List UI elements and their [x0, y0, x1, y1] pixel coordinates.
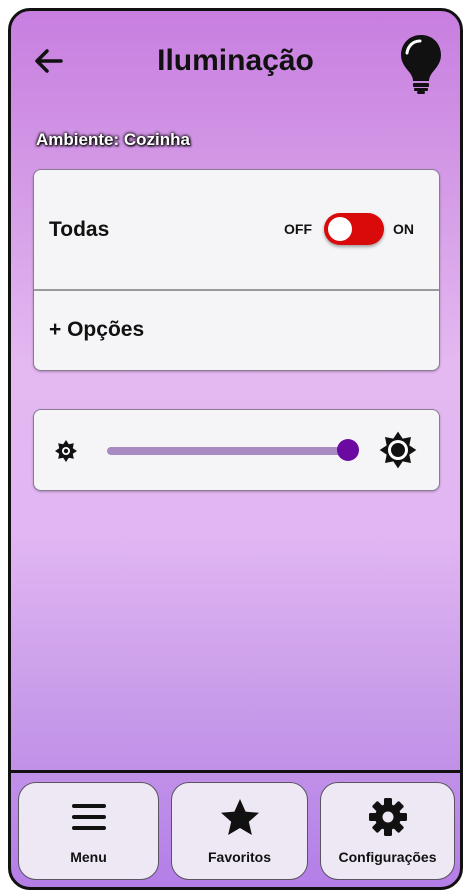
favorites-label: Favoritos — [207, 849, 271, 865]
star-icon — [220, 799, 259, 835]
phone-frame: Iluminação Ambiente: Cozinha Todas OFF O… — [8, 8, 463, 890]
favorites-button[interactable]: Favoritos — [171, 782, 308, 880]
all-lights-row: Todas OFF ON — [34, 170, 439, 291]
toggle-knob — [328, 217, 352, 241]
app-header: Iluminação — [11, 11, 460, 121]
all-lights-label: Todas — [49, 218, 110, 241]
brightness-slider-thumb[interactable] — [337, 439, 359, 461]
gear-icon — [368, 798, 407, 836]
brightness-high-icon — [379, 431, 417, 469]
on-label: ON — [393, 221, 414, 237]
menu-label: Menu — [70, 849, 107, 865]
brightness-card — [33, 409, 440, 491]
off-label: OFF — [284, 221, 312, 237]
hamburger-menu-icon — [71, 804, 106, 830]
brightness-slider-track[interactable] — [107, 447, 348, 455]
ambiente-label: Ambiente: Cozinha — [36, 130, 190, 149]
more-options-label: + Opções — [49, 318, 145, 341]
lights-switch-card: Todas OFF ON + Opções — [33, 169, 440, 371]
menu-button[interactable]: Menu — [18, 782, 159, 880]
lightbulb-icon[interactable] — [399, 33, 443, 95]
all-lights-toggle[interactable] — [324, 213, 384, 245]
bottom-navigation: Menu Favoritos Configurações — [11, 770, 460, 887]
brightness-low-icon — [55, 440, 77, 462]
page-title: Iluminação — [157, 44, 314, 77]
settings-button[interactable]: Configurações — [320, 782, 455, 880]
settings-label: Configurações — [338, 849, 437, 865]
more-options-row[interactable]: + Opções — [34, 291, 439, 370]
